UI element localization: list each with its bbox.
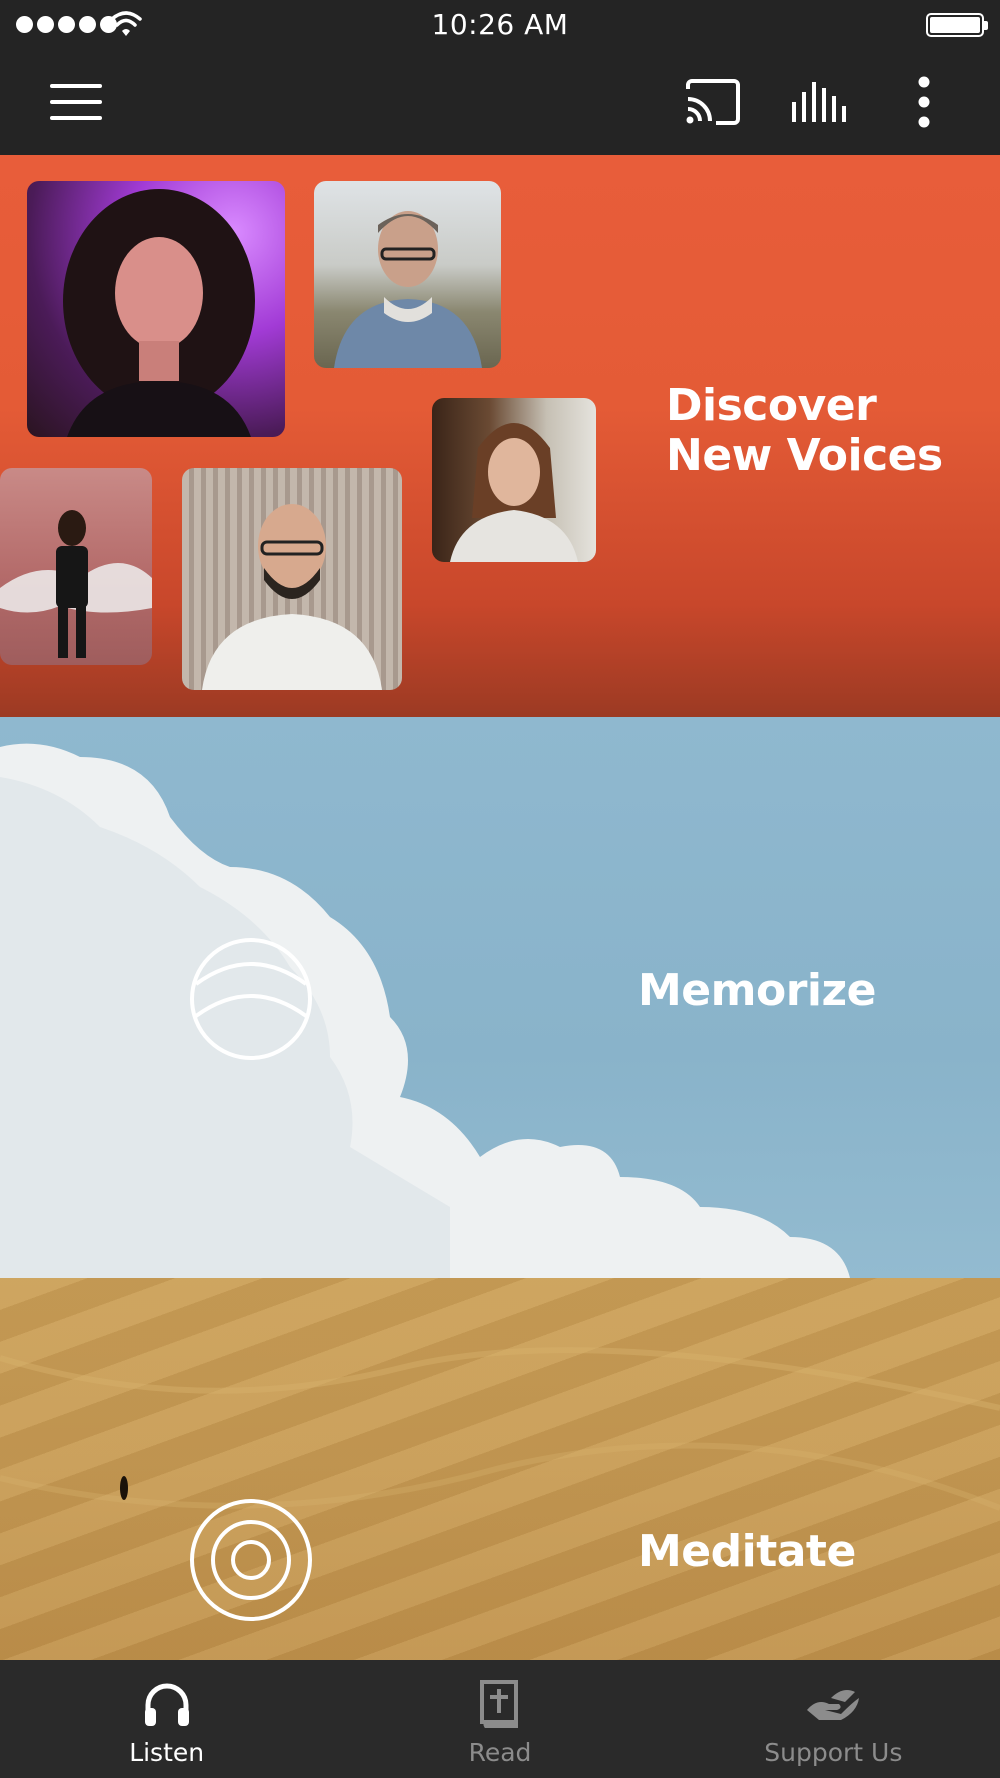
giving-hand-icon xyxy=(803,1674,863,1734)
app-screen: 10:26 AM Discover New Voices Memorize Me… xyxy=(0,0,1000,1778)
nav-tab-listen[interactable]: Listen xyxy=(0,1660,333,1778)
meditate-label: Meditate xyxy=(638,1526,856,1577)
artist-photo xyxy=(182,468,402,690)
more-vertical-icon[interactable] xyxy=(894,72,954,132)
memorize-circle-icon xyxy=(190,938,312,1060)
equalizer-icon[interactable] xyxy=(788,72,848,132)
status-bar: 10:26 AM xyxy=(0,0,1000,50)
bible-book-icon xyxy=(470,1674,530,1734)
status-time: 10:26 AM xyxy=(431,8,569,41)
nav-label-read: Read xyxy=(468,1738,532,1767)
nav-label-listen: Listen xyxy=(129,1738,205,1767)
nav-tab-support-us[interactable]: Support Us xyxy=(667,1660,1000,1778)
bottom-navigation: Listen Read Support Us xyxy=(0,1660,1000,1778)
memorize-label: Memorize xyxy=(638,965,876,1016)
discover-title: Discover New Voices xyxy=(666,381,986,481)
artist-photo xyxy=(0,468,152,665)
nav-label-support-us: Support Us xyxy=(764,1738,903,1767)
cast-icon[interactable] xyxy=(682,72,742,132)
discover-title-line-1: Discover xyxy=(666,380,877,431)
hamburger-menu-icon[interactable] xyxy=(46,72,106,132)
meditate-rings-icon xyxy=(190,1499,312,1621)
nav-tab-read[interactable]: Read xyxy=(333,1660,666,1778)
battery-full-icon xyxy=(926,13,988,37)
artist-photo xyxy=(27,181,285,437)
artist-photo xyxy=(314,181,501,368)
memorize-card[interactable]: Memorize xyxy=(0,717,1000,1278)
app-bar xyxy=(0,50,1000,155)
artist-photo xyxy=(432,398,596,562)
discover-title-line-2: New Voices xyxy=(666,430,943,481)
headphones-icon xyxy=(137,1674,197,1734)
discover-new-voices-card[interactable]: Discover New Voices xyxy=(0,155,1000,717)
sand-background xyxy=(0,1347,1000,1511)
meditate-card[interactable]: Meditate xyxy=(0,1278,1000,1660)
